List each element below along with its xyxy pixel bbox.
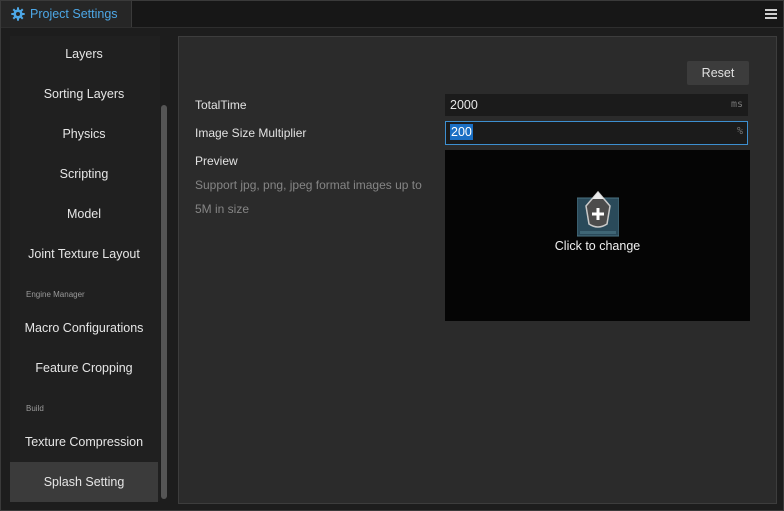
preview-format-hint: Support jpg, png, jpeg format images up …	[195, 178, 422, 216]
sidebar-group-build: Build	[26, 404, 44, 413]
sidebar-item-feature-cropping[interactable]: Feature Cropping	[10, 348, 158, 388]
project-settings-window: Project Settings Layers Sorting Layers P…	[0, 0, 784, 511]
splash-preview-image[interactable]: Click to change	[445, 150, 750, 321]
cocos-logo-image	[576, 190, 620, 238]
sidebar-item-layers[interactable]: Layers	[10, 34, 158, 74]
sidebar-item-model[interactable]: Model	[10, 194, 158, 234]
sidebar-item-joint-texture-layout[interactable]: Joint Texture Layout	[10, 234, 158, 274]
reset-button[interactable]: Reset	[687, 61, 749, 85]
tab-project-settings[interactable]: Project Settings	[1, 1, 132, 27]
hamburger-menu-icon[interactable]	[765, 8, 777, 20]
image-size-multiplier-unit: %	[736, 126, 743, 137]
click-to-change-text: Click to change	[554, 239, 641, 253]
tab-title: Project Settings	[30, 7, 118, 21]
total-time-input[interactable]: 2000 ms	[445, 94, 748, 116]
sidebar-group-engine-manager: Engine Manager	[26, 290, 85, 299]
sidebar-item-texture-compression[interactable]: Texture Compression	[10, 422, 158, 462]
gear-icon	[11, 7, 25, 21]
total-time-value: 2000	[450, 98, 478, 112]
sidebar-item-sorting-layers[interactable]: Sorting Layers	[10, 74, 158, 114]
settings-sidebar: Layers Sorting Layers Physics Scripting …	[10, 34, 160, 502]
sidebar-item-scripting[interactable]: Scripting	[10, 154, 158, 194]
tab-bar: Project Settings	[1, 1, 783, 28]
sidebar-item-splash-setting[interactable]: Splash Setting	[10, 462, 158, 502]
total-time-unit: ms	[730, 99, 743, 110]
sidebar-item-macro-configurations[interactable]: Macro Configurations	[10, 308, 158, 348]
sidebar-item-physics[interactable]: Physics	[10, 114, 158, 154]
image-size-multiplier-value: 200	[450, 124, 473, 140]
image-size-multiplier-label: Image Size Multiplier	[195, 126, 307, 140]
sidebar-scrollbar-thumb[interactable]	[161, 105, 167, 499]
preview-label: Preview	[195, 154, 238, 168]
image-size-multiplier-input[interactable]: 200 %	[445, 121, 748, 145]
splash-settings-panel: Reset TotalTime 2000 ms Image Size Multi…	[178, 36, 777, 504]
total-time-label: TotalTime	[195, 98, 247, 112]
